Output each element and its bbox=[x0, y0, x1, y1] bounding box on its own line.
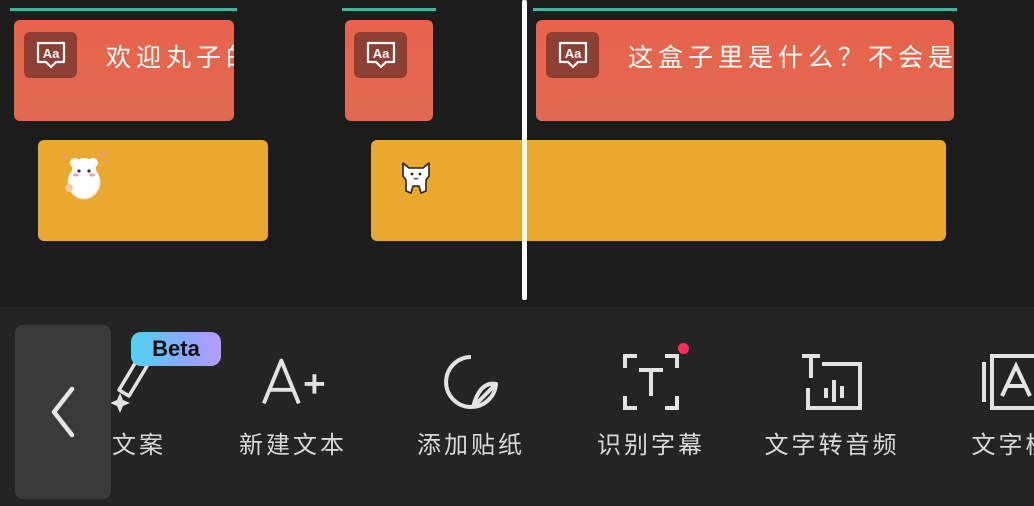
text-template-icon bbox=[977, 347, 1034, 417]
tool-label: 添加贴纸 bbox=[417, 431, 525, 459]
text-clip-1[interactable]: Aa 欢迎丸子的 bbox=[14, 20, 234, 121]
new-badge-dot bbox=[678, 343, 689, 354]
text-to-audio-icon bbox=[797, 347, 867, 417]
text-plus-icon bbox=[258, 347, 328, 417]
timeline: Aa 欢迎丸子的 Aa Aa 这盒子里是什么？不会是 bbox=[0, 0, 1034, 307]
svg-text:Aa: Aa bbox=[564, 46, 581, 61]
text-clip-label: 这盒子里是什么？不会是 bbox=[628, 43, 954, 72]
text-clip-2[interactable]: Aa bbox=[345, 20, 433, 121]
back-button[interactable] bbox=[15, 325, 111, 499]
scan-text-icon bbox=[616, 347, 686, 417]
tool-label: 识别字幕 bbox=[597, 431, 705, 459]
sticker-clip-2[interactable] bbox=[371, 140, 946, 241]
text-aa-icon: Aa bbox=[546, 32, 599, 78]
track-top-line bbox=[533, 8, 957, 11]
text-clip-3[interactable]: Aa 这盒子里是什么？不会是 bbox=[536, 20, 954, 121]
svg-text:Aa: Aa bbox=[42, 46, 59, 61]
text-clip-label: 欢迎丸子的 bbox=[106, 43, 234, 72]
tool-label: 新建文本 bbox=[239, 431, 347, 459]
playhead[interactable] bbox=[522, 0, 527, 300]
tool-label: 文字模 bbox=[971, 431, 1034, 459]
track-top-line bbox=[342, 8, 436, 11]
text-aa-icon: Aa bbox=[354, 32, 407, 78]
white-dog-sticker-icon bbox=[402, 162, 430, 194]
sticker-icon bbox=[436, 347, 506, 417]
text-toolbar: Beta 文案 新建文本 添加贴纸 识别字幕 文字转音频 文字 bbox=[0, 307, 1034, 506]
text-aa-icon: Aa bbox=[24, 32, 77, 78]
tool-label: 文字转音频 bbox=[764, 431, 900, 459]
track-top-line bbox=[10, 8, 237, 11]
sticker-clip-1[interactable] bbox=[38, 140, 268, 241]
beta-badge: Beta bbox=[131, 332, 221, 366]
chevron-left-icon bbox=[51, 386, 75, 438]
svg-text:Aa: Aa bbox=[372, 46, 389, 61]
tool-label: 文案 bbox=[112, 431, 166, 459]
sheep-sticker-icon bbox=[61, 151, 109, 200]
